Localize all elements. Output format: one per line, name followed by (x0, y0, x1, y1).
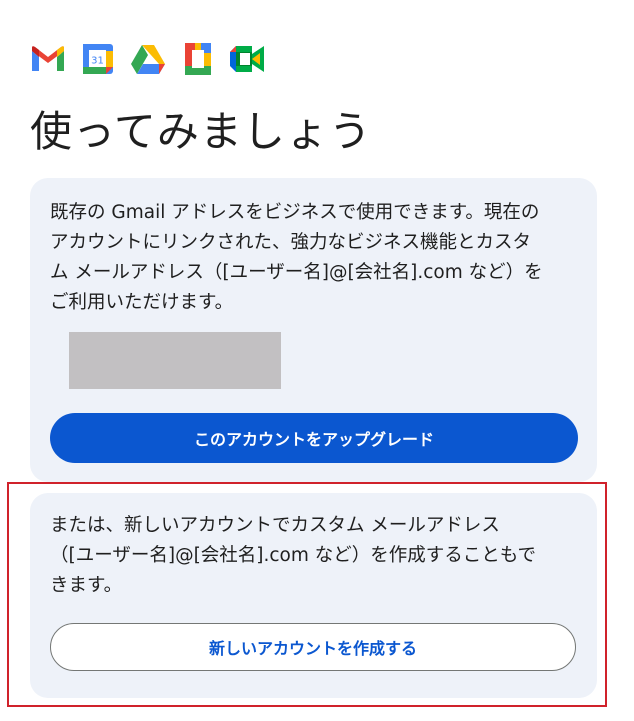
new-account-text-line-1: または、新しいアカウントでカスタム メールアドレス (50, 515, 500, 536)
drive-icon (130, 42, 166, 76)
redacted-account-block (69, 332, 281, 389)
upgrade-text-line-4: ご利用いただけます。 (50, 292, 234, 313)
new-account-text-line-3: きます。 (50, 575, 123, 596)
product-logos: 31 (30, 42, 280, 76)
calendar-icon-label: 31 (91, 56, 104, 67)
upgrade-text-line-2: アカウントにリンクされた、強力なビジネス機能とカスタ (50, 232, 532, 253)
page-title: 使ってみましょう (30, 107, 372, 156)
new-account-text-line-2: （[ユーザー名]@[会社名].com など）を作成することもで (50, 545, 537, 566)
create-new-account-button[interactable]: 新しいアカウントを作成する (50, 623, 576, 671)
upgrade-text-line-3: ム メールアドレス（[ユーザー名]@[会社名].com など）を (50, 262, 543, 283)
upgrade-account-button[interactable]: このアカウントをアップグレード (50, 413, 578, 463)
gmail-icon (30, 42, 66, 76)
calendar-icon: 31 (80, 42, 116, 76)
docs-icon (180, 42, 216, 76)
upgrade-text-line-1: 既存の Gmail アドレスをビジネスで使用できます。現在の (50, 202, 540, 223)
meet-icon (230, 42, 266, 76)
